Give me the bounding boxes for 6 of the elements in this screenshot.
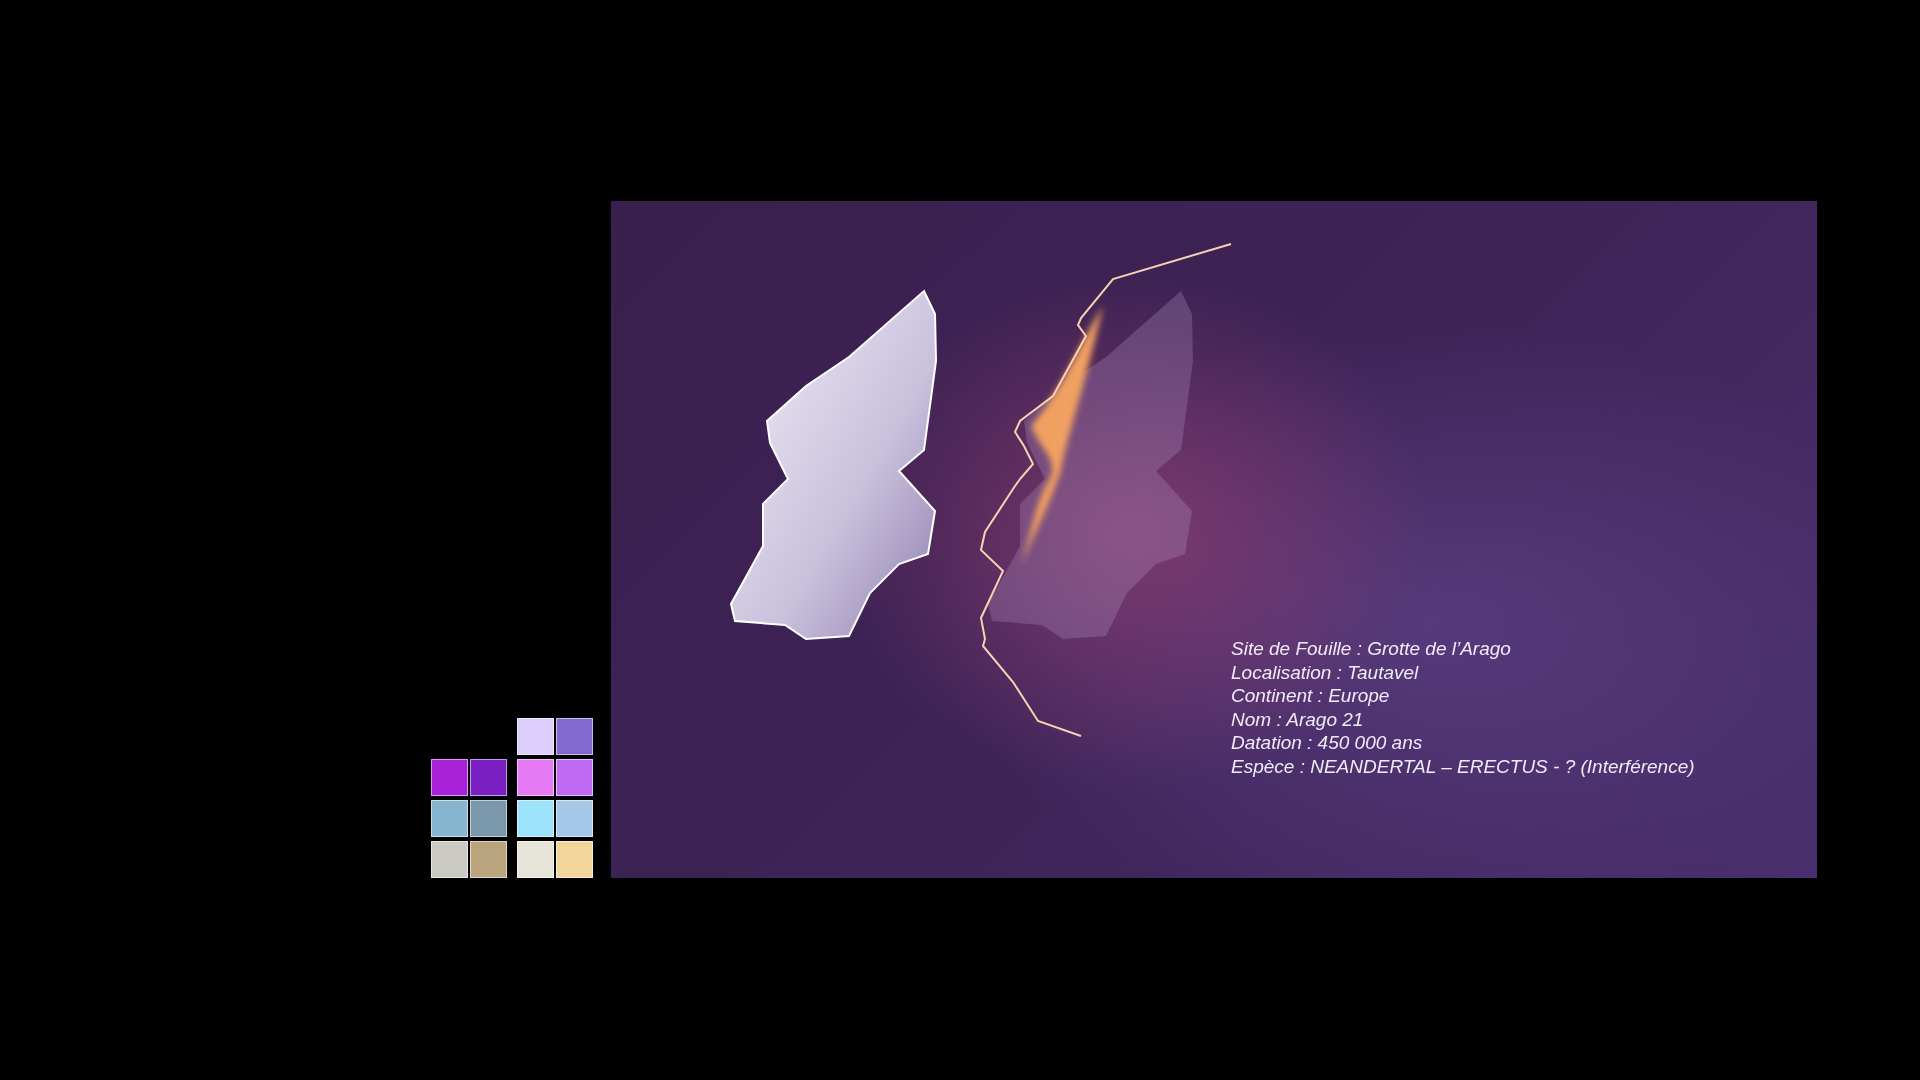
info-text: Continent : Europe <box>1231 684 1390 708</box>
info-text: Datation : 450 000 ans <box>1231 731 1423 755</box>
info-text: Espèce : NEANDERTAL – ERECTUS - ? (Interférence) <box>1231 754 1695 778</box>
info-text: Site de Fouille : Grotte de l’Arago <box>1231 637 1511 661</box>
info-text: Localisation : Tautavel <box>1231 660 1419 684</box>
info-text: Nom : Arago 21 <box>1231 707 1364 731</box>
